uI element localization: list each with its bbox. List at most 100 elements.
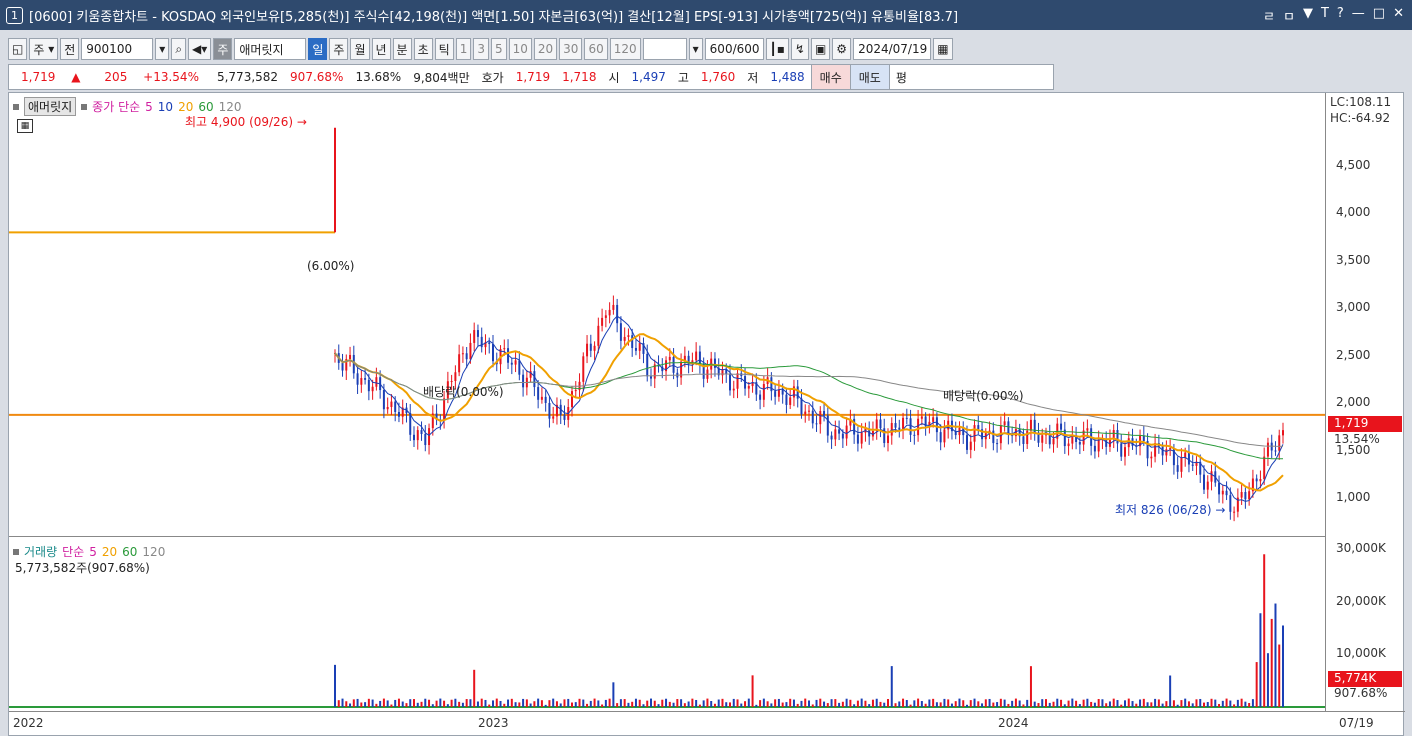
window-title: [0600] 키움종합차트 - KOSDAQ 외국인보유[5,285(천)] 주… bbox=[29, 9, 959, 25]
volume-bar bbox=[815, 699, 818, 707]
chart-settings-icon[interactable]: ◱ bbox=[8, 38, 28, 60]
candle-body bbox=[736, 373, 739, 389]
price-pane[interactable]: 애머릿지 종가 단순 5 10 20 60 120 ▦ 최고 4,900 (09… bbox=[9, 93, 1325, 537]
x-axis: 2022 2023 2024 07/19 bbox=[9, 711, 1405, 735]
maximize-button[interactable]: □ bbox=[1373, 6, 1385, 25]
volume-bar bbox=[691, 698, 694, 707]
legend-vol-ma60[interactable]: 60 bbox=[122, 545, 137, 559]
balance-button[interactable]: 평 bbox=[888, 65, 913, 89]
stock-name-field[interactable]: 애머릿지 bbox=[234, 38, 307, 60]
candle-body bbox=[1274, 450, 1277, 452]
close-button[interactable]: ✕ bbox=[1393, 6, 1404, 25]
candle-body bbox=[1282, 430, 1284, 436]
custom-interval-input[interactable] bbox=[642, 38, 687, 60]
minimize-button[interactable]: — bbox=[1352, 6, 1365, 25]
line-tool-icon[interactable]: ↯ bbox=[790, 38, 809, 60]
volume-bar bbox=[969, 700, 972, 707]
interval-3[interactable]: 3 bbox=[473, 38, 489, 60]
tab-day[interactable]: 일 bbox=[308, 38, 328, 60]
font-icon[interactable]: T bbox=[1321, 6, 1329, 25]
table-view-icon[interactable]: ▦ bbox=[17, 119, 33, 133]
volume-bar bbox=[540, 700, 543, 707]
date-input[interactable]: 2024/07/19 bbox=[853, 38, 932, 60]
candle-body bbox=[563, 414, 566, 420]
legend-vol-ma5[interactable]: 5 bbox=[89, 545, 97, 559]
y-axis[interactable]: LC:108.11 HC:-64.92 4,500 4,000 3,500 3,000… bbox=[1325, 93, 1405, 711]
volume-bar bbox=[559, 703, 562, 707]
legend-ma5[interactable]: 5 bbox=[145, 100, 153, 114]
volume-bar bbox=[849, 699, 852, 707]
legend-ma10[interactable]: 10 bbox=[158, 100, 173, 114]
candle-body bbox=[1180, 457, 1183, 472]
candle-body bbox=[552, 416, 555, 419]
legend-vol-ma120[interactable]: 120 bbox=[142, 545, 165, 559]
tab-second[interactable]: 초 bbox=[413, 38, 433, 60]
volume-bar bbox=[495, 698, 498, 707]
stock-code-input[interactable]: 900100 bbox=[81, 38, 154, 60]
search-icon[interactable]: ⌕ bbox=[171, 38, 187, 60]
legend-ma20[interactable]: 20 bbox=[178, 100, 193, 114]
period-select[interactable]: 주 ▾ bbox=[29, 38, 59, 60]
interval-30[interactable]: 30 bbox=[559, 38, 583, 60]
sound-icon[interactable]: ◀▾ bbox=[188, 38, 212, 60]
candle-body bbox=[574, 390, 577, 392]
legend-ma120[interactable]: 120 bbox=[219, 100, 242, 114]
count-input[interactable]: 600/600 bbox=[704, 38, 764, 60]
candle-body bbox=[476, 330, 479, 337]
volume-bar bbox=[1154, 698, 1157, 707]
buy-button[interactable]: 매수 bbox=[810, 65, 850, 89]
restore-layout-icon[interactable]: ㅁ bbox=[1283, 6, 1295, 25]
tab-month[interactable]: 월 bbox=[350, 38, 370, 60]
sell-button[interactable]: 매도 bbox=[849, 65, 889, 89]
interval-1[interactable]: 1 bbox=[455, 38, 472, 60]
volume-bar bbox=[954, 701, 957, 707]
interval-60[interactable]: 60 bbox=[584, 38, 608, 60]
interval-120[interactable]: 120 bbox=[609, 38, 641, 60]
prev-button[interactable]: 전 bbox=[60, 38, 80, 60]
tab-minute[interactable]: 분 bbox=[392, 38, 412, 60]
volume-bar bbox=[1037, 703, 1040, 707]
legend-volume-name[interactable]: 거래량 bbox=[24, 543, 57, 560]
candle-body bbox=[1041, 435, 1044, 443]
tab-year[interactable]: 년 bbox=[371, 38, 391, 60]
pin-icon[interactable]: ▼ bbox=[1303, 6, 1313, 25]
volume-bar bbox=[1236, 699, 1239, 707]
candle-body bbox=[394, 401, 397, 412]
volume-bar bbox=[1082, 699, 1085, 707]
calendar-icon[interactable]: ▦ bbox=[933, 38, 953, 60]
interval-dropdown-icon[interactable]: ▾ bbox=[688, 38, 703, 60]
legend-ma60[interactable]: 60 bbox=[198, 100, 213, 114]
legend-stock-name[interactable]: 애머릿지 bbox=[24, 97, 77, 116]
volume-bar bbox=[1033, 701, 1036, 707]
volume-bar bbox=[834, 699, 837, 707]
candle-icon[interactable]: ┃▪ bbox=[765, 38, 789, 60]
chart-area[interactable]: 애머릿지 종가 단순 5 10 20 60 120 ▦ 최고 4,900 (09… bbox=[8, 92, 1405, 736]
volume-bar bbox=[1240, 698, 1243, 707]
legend-marker-icon bbox=[13, 548, 19, 555]
code-dropdown-icon[interactable]: ▾ bbox=[155, 38, 170, 60]
interval-5[interactable]: 5 bbox=[490, 38, 507, 60]
volume-bar bbox=[1278, 644, 1281, 707]
interval-20[interactable]: 20 bbox=[533, 38, 558, 60]
save-icon[interactable]: ▣ bbox=[810, 38, 831, 60]
tab-week[interactable]: 주 bbox=[329, 38, 349, 60]
volume-bar bbox=[510, 698, 513, 707]
volume-bar bbox=[394, 699, 397, 707]
tab-tick[interactable]: 틱 bbox=[434, 38, 454, 60]
volume-bar bbox=[717, 699, 720, 707]
legend-vol-ma20[interactable]: 20 bbox=[102, 545, 117, 559]
candle-body bbox=[668, 356, 671, 361]
gear-icon[interactable]: ⚙ bbox=[832, 38, 852, 60]
candle-body bbox=[397, 411, 400, 417]
interval-10[interactable]: 10 bbox=[508, 38, 532, 60]
candle-body bbox=[608, 309, 611, 316]
stock-type-badge: 주 bbox=[213, 38, 233, 60]
help-icon[interactable]: ? bbox=[1337, 6, 1344, 25]
volume-pane[interactable]: 거래량 단순 5 20 60 120 5,773,582주(907.68%) bbox=[9, 539, 1325, 711]
candle-body bbox=[492, 344, 494, 362]
volume-bar bbox=[567, 698, 570, 707]
volume-bar bbox=[458, 701, 461, 707]
layout-icon[interactable]: ㄹ bbox=[1263, 6, 1275, 25]
volume-bar bbox=[894, 703, 897, 707]
candle-body bbox=[808, 410, 810, 412]
